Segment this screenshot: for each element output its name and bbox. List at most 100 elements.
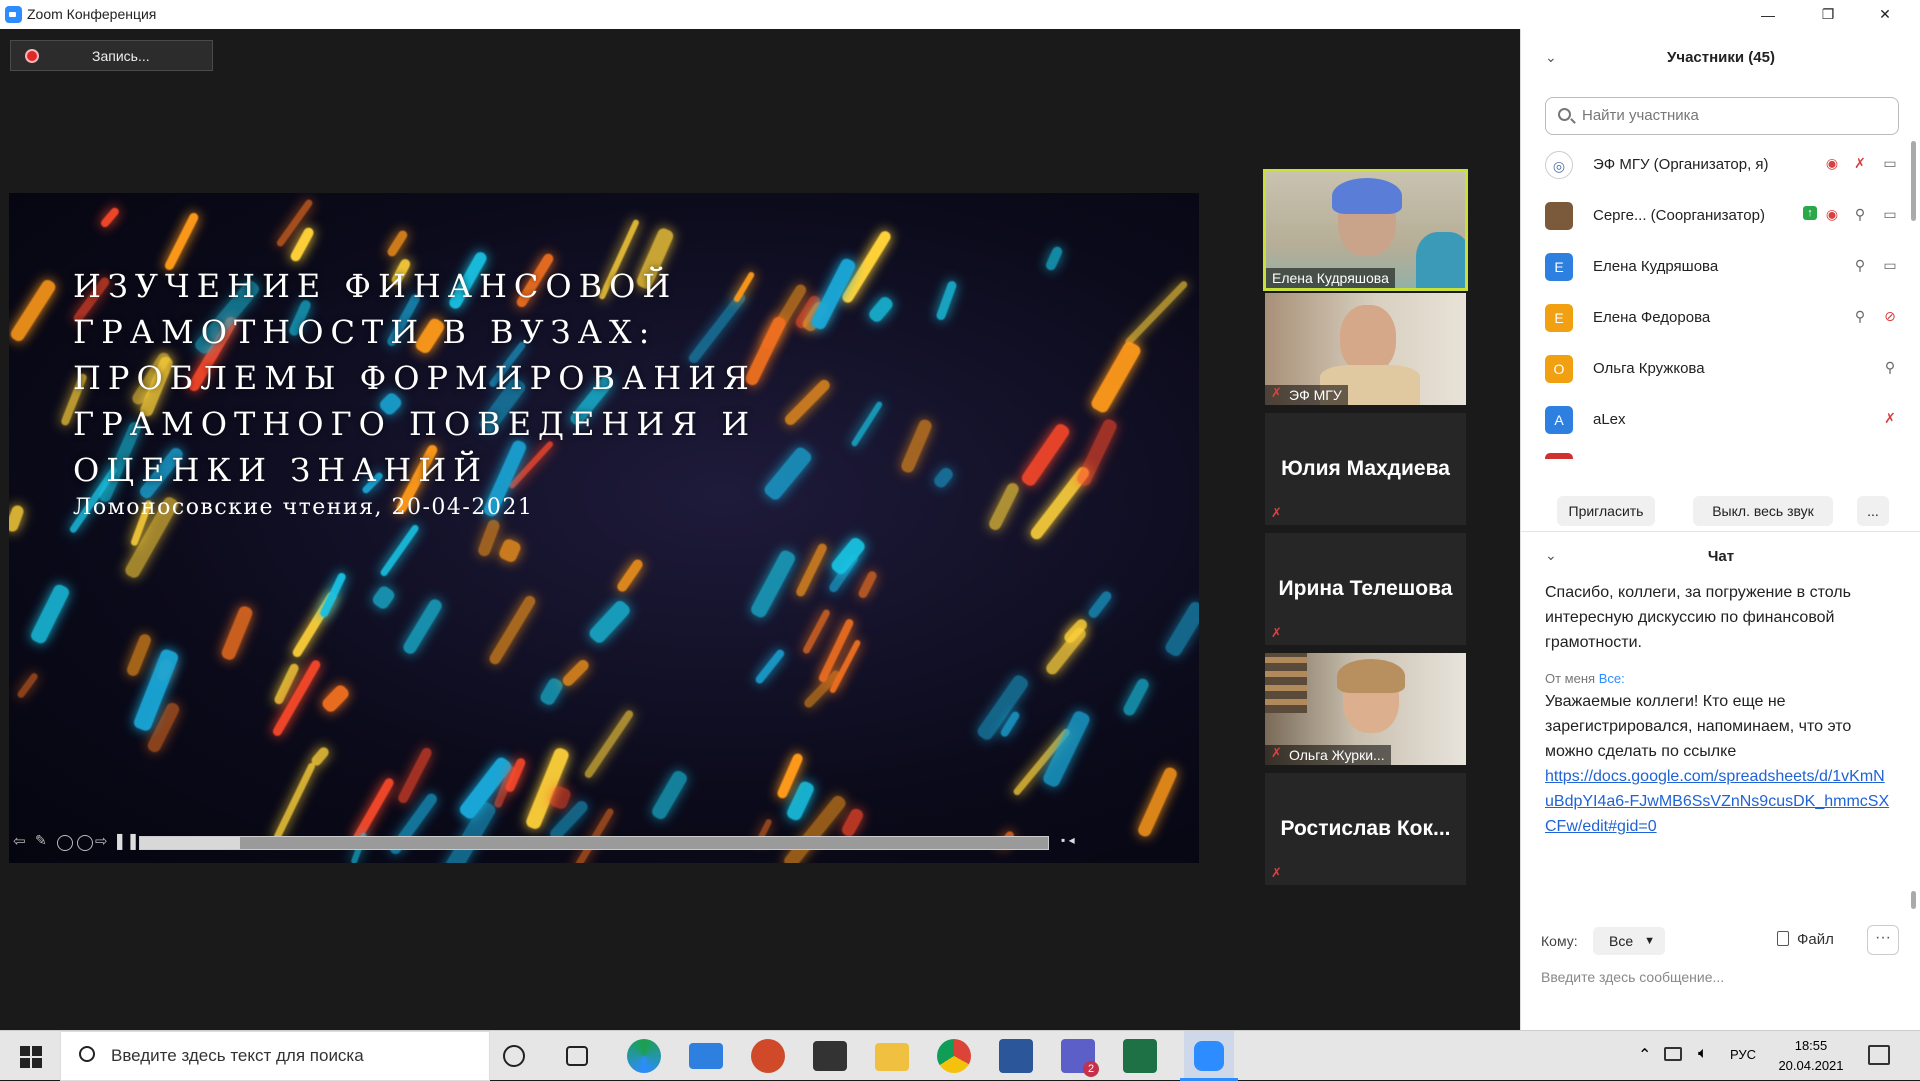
excel-icon[interactable]: [1123, 1039, 1157, 1073]
video-tile[interactable]: ЭФ МГУ ✗: [1265, 293, 1466, 405]
video-tile[interactable]: Ольга Журки... ✗: [1265, 653, 1466, 765]
task-view-icon[interactable]: [566, 1046, 588, 1066]
chat-link[interactable]: https://docs.google.com/spreadsheets/d/1…: [1545, 764, 1890, 839]
language-indicator[interactable]: РУС: [1730, 1047, 1756, 1062]
participant-name: Юлия Махдиева: [1281, 457, 1450, 480]
participant-row[interactable]: Е Елена Федорова ⚲ ⊘: [1545, 298, 1899, 338]
chat-composer-input[interactable]: Введите здесь сообщение...: [1541, 969, 1724, 985]
video-camera-icon[interactable]: ▭: [1881, 155, 1899, 173]
maximize-button[interactable]: ❐: [1805, 0, 1851, 29]
prev-slide-icon[interactable]: ⇦: [13, 832, 29, 850]
video-camera-icon[interactable]: ▭: [1881, 257, 1899, 275]
recording-indicator[interactable]: Запись...: [10, 40, 213, 71]
participants-scrollbar[interactable]: [1911, 141, 1916, 221]
teams-badge: 2: [1083, 1061, 1099, 1077]
participant-row[interactable]: Серге... (Соорганизатор) ↑ ◉ ⚲ ▭: [1545, 196, 1899, 236]
mic-icon[interactable]: ⚲: [1851, 206, 1869, 224]
file-explorer-icon[interactable]: [875, 1043, 909, 1071]
slide-progress-bar[interactable]: [139, 836, 1049, 850]
streak: [16, 671, 40, 700]
network-icon[interactable]: [1664, 1047, 1682, 1061]
powerpoint-icon[interactable]: [751, 1039, 785, 1073]
store-icon[interactable]: [813, 1041, 847, 1071]
file-label: Файл: [1797, 931, 1834, 948]
invite-button[interactable]: Пригласить: [1557, 496, 1655, 526]
mail-icon[interactable]: [689, 1043, 723, 1069]
pen-icon[interactable]: ✎: [35, 832, 51, 848]
avatar: О: [1545, 355, 1573, 383]
video-tile[interactable]: Ростислав Кок... ✗: [1265, 773, 1466, 885]
video-camera-icon[interactable]: ▭: [1881, 206, 1899, 224]
edge-icon[interactable]: [627, 1039, 661, 1073]
zoom-slide-icon[interactable]: [77, 835, 93, 851]
chat-to-label: Все:: [1598, 671, 1625, 686]
progress-fill: [140, 837, 240, 849]
cortana-icon[interactable]: [503, 1045, 525, 1067]
mute-all-button[interactable]: Выкл. весь звук: [1693, 496, 1833, 526]
participant-hair: [1332, 178, 1402, 214]
mic-muted-icon[interactable]: ✗: [1881, 410, 1899, 428]
notifications-icon[interactable]: [1868, 1045, 1890, 1065]
next-slide-icon[interactable]: ⇨: [95, 832, 111, 850]
video-tile[interactable]: Юлия Махдиева ✗: [1265, 413, 1466, 525]
chat-more-button[interactable]: ···: [1867, 925, 1899, 955]
streak: [401, 597, 444, 657]
zoom-icon: [1194, 1041, 1224, 1071]
participant-row[interactable]: Е Елена Кудряшова ⚲ ▭: [1545, 247, 1899, 287]
participant-row[interactable]: A aLex ✗: [1545, 400, 1899, 440]
mic-muted-icon: ✗: [1271, 745, 1282, 760]
streak: [794, 541, 829, 598]
participant-row[interactable]: О Ольга Кружкова ⚲: [1545, 349, 1899, 389]
streak: [935, 280, 958, 322]
mic-icon[interactable]: ⚲: [1851, 257, 1869, 275]
participants-title: Участники (45): [1667, 49, 1775, 66]
streak: [586, 598, 632, 646]
streak: [487, 594, 538, 667]
participant-name: Елена Федорова: [1593, 309, 1711, 326]
streak: [1075, 417, 1119, 488]
mic-muted-icon: ✗: [1271, 865, 1282, 880]
mic-icon[interactable]: ⚲: [1851, 308, 1869, 326]
chat-message: Уважаемые коллеги! Кто еще не зарегистри…: [1545, 693, 1852, 760]
avatar: Е: [1545, 253, 1573, 281]
participant-row[interactable]: ◎ ЭФ МГУ (Организатор, я) ◉ ✗ ▭: [1545, 145, 1899, 185]
file-button[interactable]: Файл: [1777, 931, 1834, 948]
video-tile[interactable]: Ирина Телешова ✗: [1265, 533, 1466, 645]
avatar: Е: [1545, 304, 1573, 332]
participant-name: Ольга Кружкова: [1593, 360, 1705, 377]
chrome-icon[interactable]: [937, 1039, 971, 1073]
streak: [857, 569, 878, 600]
zoom-taskbar-button[interactable]: [1184, 1031, 1234, 1081]
recipient-select[interactable]: Все ▼: [1593, 927, 1665, 955]
windows-start-icon[interactable]: [20, 1046, 42, 1068]
pause-icon[interactable]: ❚❚: [113, 831, 140, 851]
window-title: Zoom Конференция: [27, 6, 157, 22]
video-name-label: Елена Кудряшова: [1266, 268, 1395, 288]
mic-icon[interactable]: ⚲: [1881, 359, 1899, 377]
search-icon: [79, 1046, 95, 1062]
streak: [9, 277, 58, 344]
chevron-up-icon[interactable]: ⌃: [1638, 1045, 1651, 1065]
more-options-button[interactable]: ...: [1857, 496, 1889, 526]
streak: [1121, 676, 1151, 718]
slide-view-icon[interactable]: [57, 835, 73, 851]
teams-icon[interactable]: 2: [1061, 1039, 1099, 1077]
taskbar-search-box[interactable]: Введите здесь текст для поиска: [60, 1031, 490, 1081]
volume-icon[interactable]: 🔈︎: [1698, 1045, 1708, 1063]
video-off-icon[interactable]: ⊘: [1881, 308, 1899, 326]
streak: [801, 608, 831, 655]
chat-scrollbar[interactable]: [1911, 891, 1916, 909]
video-tile-speaker[interactable]: Елена Кудряшова: [1263, 169, 1468, 291]
volume-controls[interactable]: ▪ ◂: [1061, 833, 1111, 853]
mic-muted-icon[interactable]: ✗: [1851, 155, 1869, 173]
close-button[interactable]: ✕: [1862, 0, 1908, 29]
word-icon[interactable]: [999, 1039, 1033, 1073]
slideshow-controls: ⇦ ✎ ⇨ ❚❚ ▪ ◂: [9, 827, 1199, 857]
chevron-down-icon: ▼: [1644, 935, 1655, 947]
minimize-button[interactable]: —: [1745, 0, 1791, 29]
streak: [386, 229, 410, 259]
clock[interactable]: 18:55 20.04.2021: [1772, 1036, 1850, 1076]
participant-name: aLex: [1593, 411, 1626, 428]
participant-search-input[interactable]: Найти участника: [1545, 97, 1899, 135]
streak: [538, 675, 565, 707]
